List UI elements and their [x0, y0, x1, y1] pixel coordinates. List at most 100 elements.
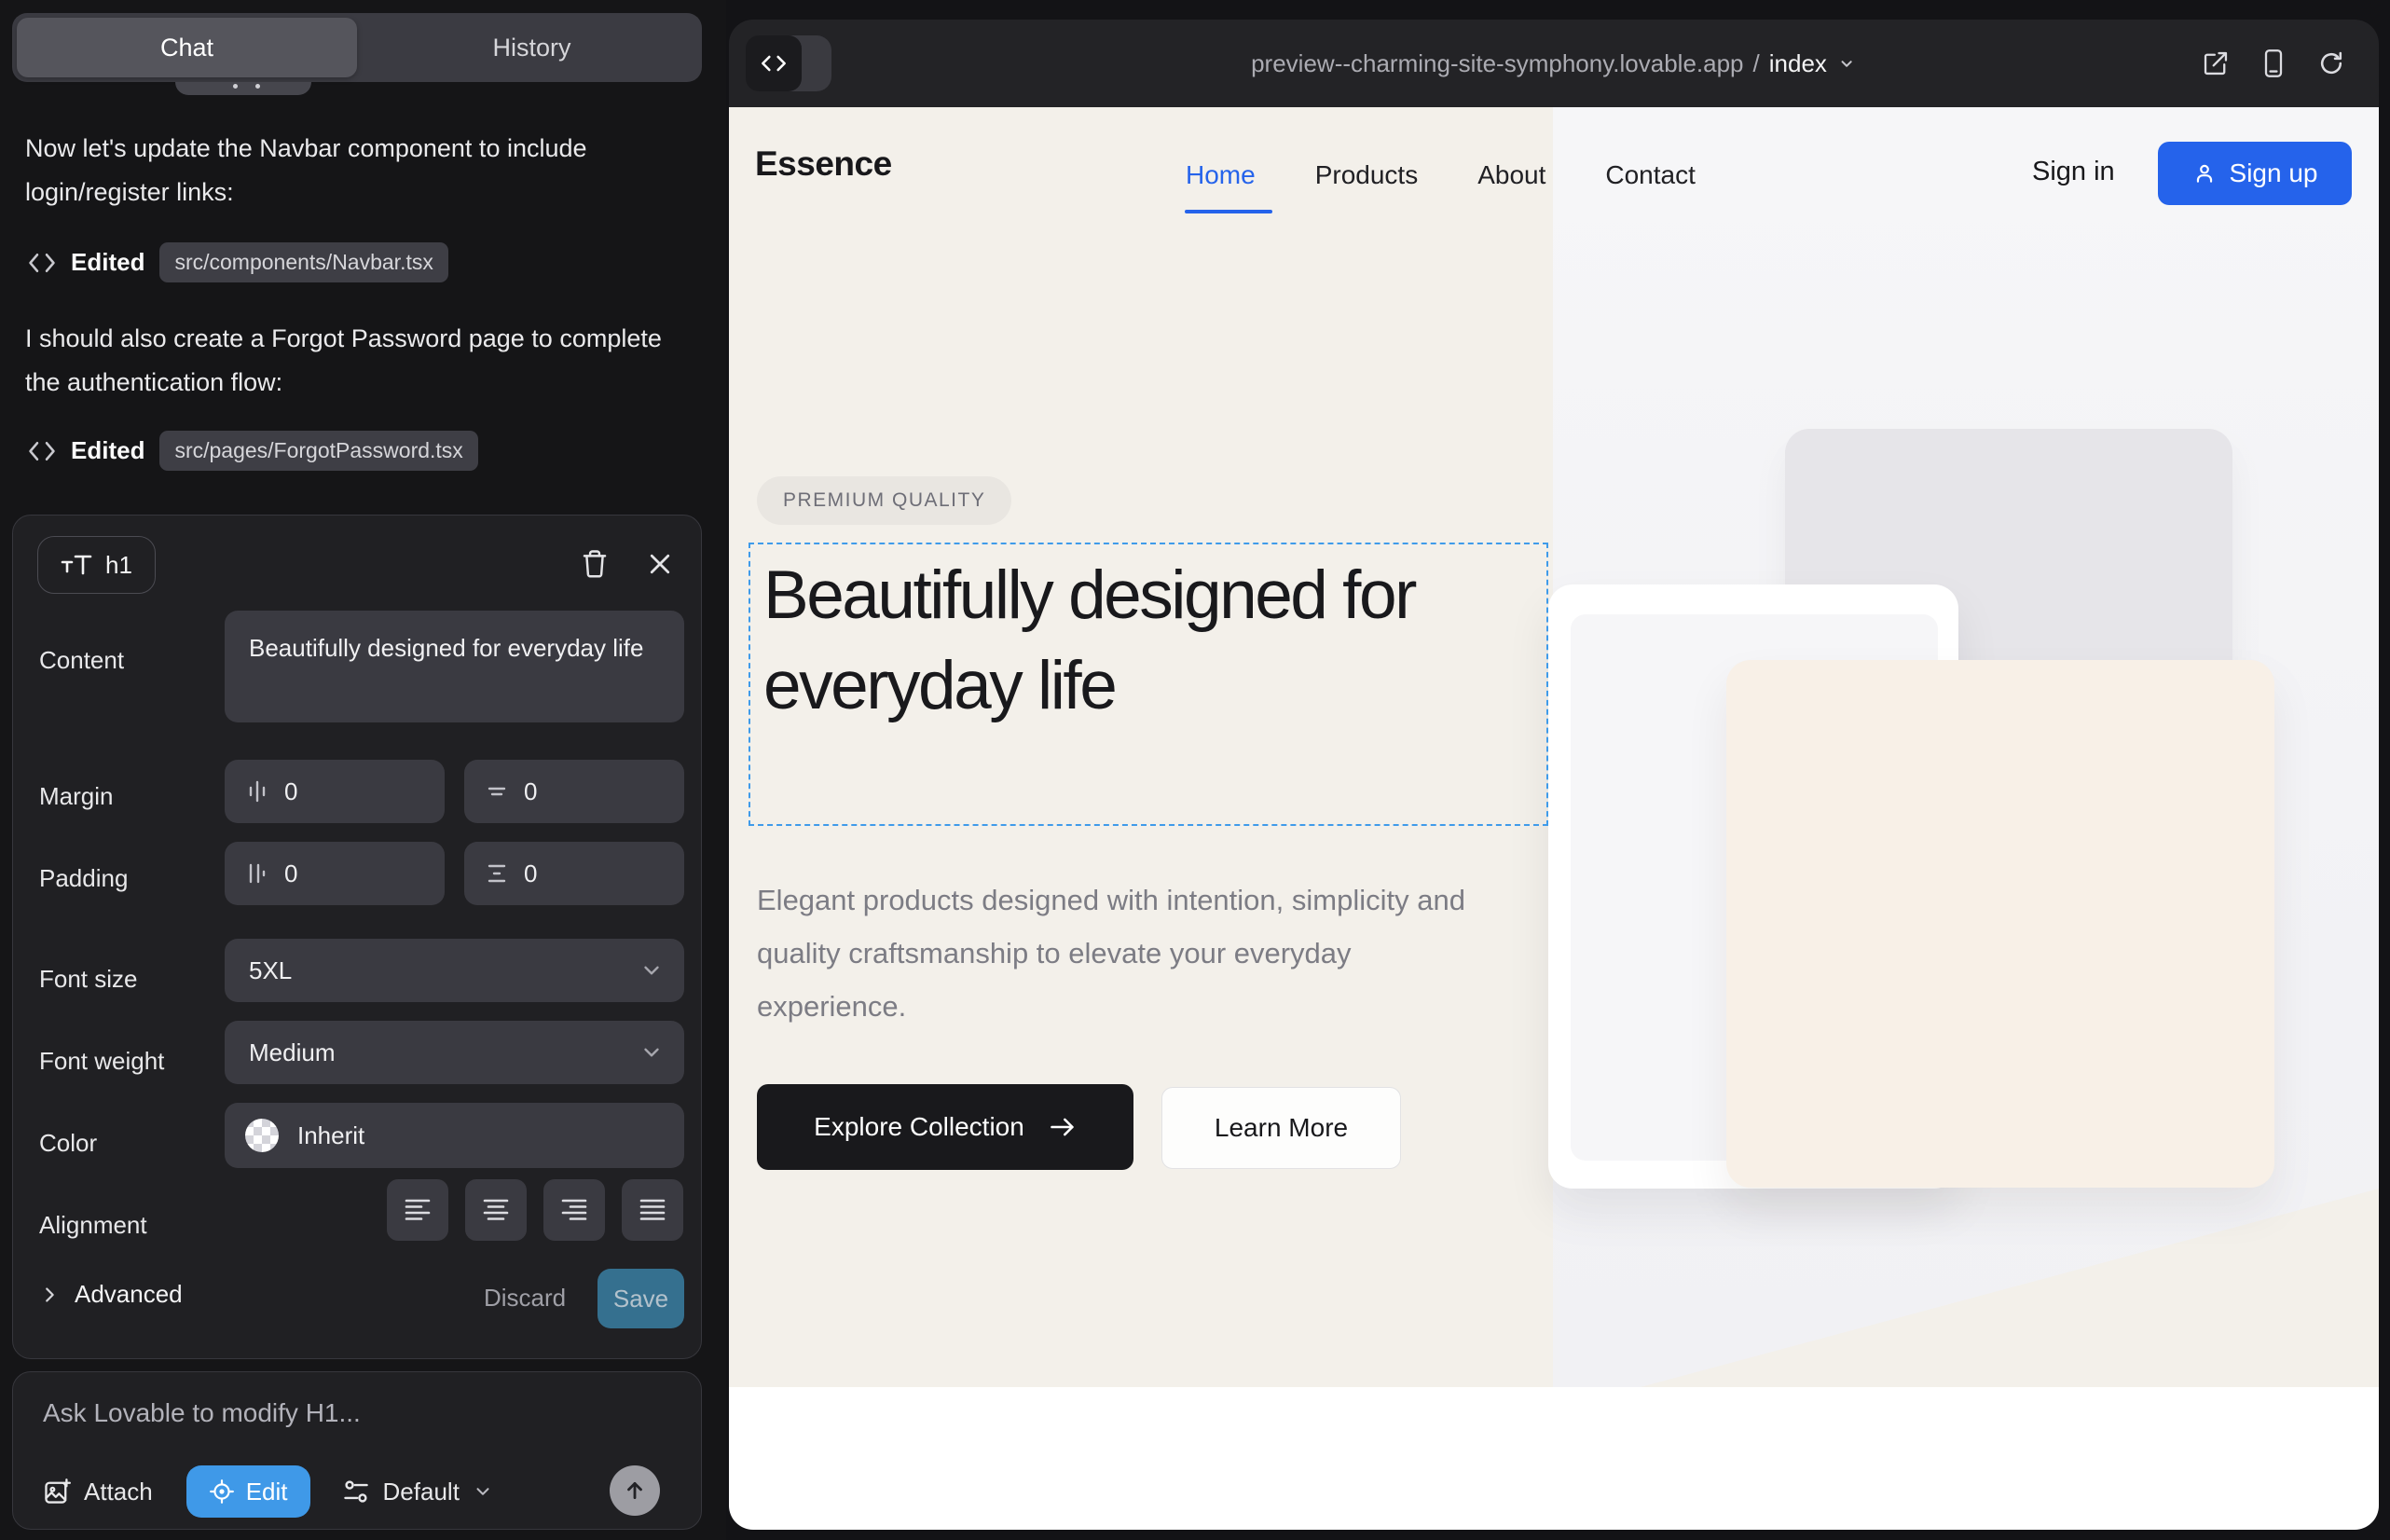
nav-link-home[interactable]: Home [1186, 160, 1256, 190]
learn-more-button[interactable]: Learn More [1161, 1087, 1401, 1169]
font-size-select[interactable]: 5XL [225, 939, 684, 1002]
chevron-down-icon [639, 1040, 664, 1065]
padding-label: Padding [39, 864, 128, 893]
advanced-toggle[interactable]: Advanced [39, 1280, 183, 1309]
font-size-value: 5XL [249, 956, 292, 985]
user-icon [2192, 161, 2217, 186]
site-logo[interactable]: Essence [755, 144, 892, 184]
margin-vertical-icon [485, 779, 509, 804]
hero-heading: Beautifully designed for everyday life [763, 550, 1435, 731]
mode-label: Default [383, 1478, 460, 1506]
chat-message: Now let's update the Navbar component to… [25, 127, 678, 214]
nav-link-about[interactable]: About [1477, 160, 1545, 190]
attach-image-icon [43, 1478, 71, 1506]
align-justify-button[interactable] [622, 1179, 683, 1241]
chat-history-tabs: Chat History [12, 13, 702, 82]
refresh-icon[interactable] [2317, 49, 2345, 77]
tab-history[interactable]: History [362, 34, 702, 62]
margin-y-input[interactable]: 0 [464, 760, 684, 823]
code-icon [746, 35, 802, 91]
font-size-label: Font size [39, 965, 138, 994]
padding-y-input[interactable]: 0 [464, 842, 684, 905]
padding-x-input[interactable]: 0 [225, 842, 445, 905]
discard-button[interactable]: Discard [484, 1284, 566, 1313]
url-bar[interactable]: preview--charming-site-symphony.lovable.… [1251, 20, 1857, 107]
chevron-down-icon [473, 1481, 493, 1502]
margin-x-input[interactable]: 0 [225, 760, 445, 823]
app-root: Chat History Now let's update the Navbar… [0, 0, 2390, 1540]
nav-link-products[interactable]: Products [1315, 160, 1419, 190]
decor-card-beige [1726, 660, 2274, 1188]
align-center-button[interactable] [465, 1179, 527, 1241]
preview-frame: preview--charming-site-symphony.lovable.… [729, 20, 2379, 1530]
sidebar: Chat History Now let's update the Navbar… [0, 0, 726, 1540]
scrolled-chat-remnant [175, 82, 311, 95]
content-label: Content [39, 646, 124, 675]
font-weight-select[interactable]: Medium [225, 1021, 684, 1084]
hero-description: Elegant products designed with intention… [757, 873, 1465, 1033]
tab-chat[interactable]: Chat [17, 18, 357, 77]
sliders-icon [342, 1478, 370, 1505]
align-right-button[interactable] [543, 1179, 605, 1241]
chat-composer: Attach Edit Default [12, 1371, 702, 1530]
edited-file-pill[interactable]: src/pages/ForgotPassword.tsx [159, 431, 477, 471]
chevron-down-icon [1836, 53, 1857, 74]
url-page: index [1769, 49, 1827, 78]
hero-badge: PREMIUM QUALITY [757, 476, 1011, 525]
element-editor-panel: h1 Content Beautifully designed for ever… [12, 515, 702, 1359]
text-size-icon [61, 552, 92, 578]
edited-label: Edited [71, 248, 144, 277]
margin-y-value: 0 [524, 777, 537, 806]
edited-file-pill[interactable]: src/components/Navbar.tsx [159, 242, 447, 282]
file-edit-row: Edited src/components/Navbar.tsx [28, 242, 448, 282]
open-external-icon[interactable] [2202, 49, 2230, 77]
chrome-actions [2202, 20, 2345, 107]
attach-button[interactable]: Attach [43, 1478, 153, 1506]
margin-horizontal-icon [245, 779, 269, 804]
explore-collection-label: Explore Collection [814, 1112, 1024, 1142]
color-picker-field[interactable]: Inherit [225, 1103, 684, 1168]
signup-label: Sign up [2230, 158, 2318, 188]
delete-element-button[interactable] [574, 543, 615, 584]
url-separator: / [1753, 49, 1760, 78]
explore-collection-button[interactable]: Explore Collection [757, 1084, 1133, 1170]
element-tag-label: h1 [105, 551, 132, 580]
align-left-button[interactable] [387, 1179, 448, 1241]
send-button[interactable] [610, 1465, 660, 1516]
signup-button[interactable]: Sign up [2158, 142, 2352, 205]
signin-link[interactable]: Sign in [2032, 157, 2115, 187]
padding-y-value: 0 [524, 859, 537, 888]
close-editor-button[interactable] [639, 543, 680, 584]
composer-toolbar: Attach Edit Default [43, 1465, 673, 1518]
arrow-right-icon [1049, 1115, 1077, 1139]
composer-input[interactable] [43, 1398, 658, 1428]
site-nav: Home Products About Contact [1186, 160, 1696, 190]
edited-label: Edited [71, 436, 144, 465]
code-icon [28, 251, 56, 275]
code-preview-toggle[interactable] [746, 35, 831, 91]
color-value: Inherit [297, 1121, 364, 1150]
element-tag-chip[interactable]: h1 [37, 536, 156, 594]
save-button[interactable]: Save [598, 1269, 684, 1328]
mobile-preview-icon[interactable] [2261, 48, 2286, 78]
selected-element-outline[interactable]: Beautifully designed for everyday life [749, 543, 1548, 826]
mode-selector[interactable]: Default [342, 1478, 493, 1506]
chevron-down-icon [639, 958, 664, 983]
browser-chrome: preview--charming-site-symphony.lovable.… [729, 20, 2379, 107]
chevron-right-icon [39, 1285, 60, 1305]
content-input[interactable]: Beautifully designed for everyday life [225, 611, 684, 722]
chat-message: I should also create a Forgot Password p… [25, 317, 678, 405]
padding-x-value: 0 [284, 859, 297, 888]
padding-horizontal-icon [245, 861, 269, 886]
edit-label: Edit [246, 1478, 288, 1506]
site-viewport: Essence Home Products About Contact Sign… [729, 107, 2379, 1530]
color-label: Color [39, 1129, 97, 1158]
file-edit-row: Edited src/pages/ForgotPassword.tsx [28, 431, 478, 471]
color-swatch-transparent [245, 1119, 279, 1152]
target-icon [209, 1478, 235, 1505]
margin-label: Margin [39, 782, 113, 811]
edit-mode-pill[interactable]: Edit [186, 1465, 310, 1518]
nav-link-contact[interactable]: Contact [1605, 160, 1696, 190]
active-nav-underline [1185, 210, 1272, 213]
font-weight-value: Medium [249, 1038, 335, 1067]
